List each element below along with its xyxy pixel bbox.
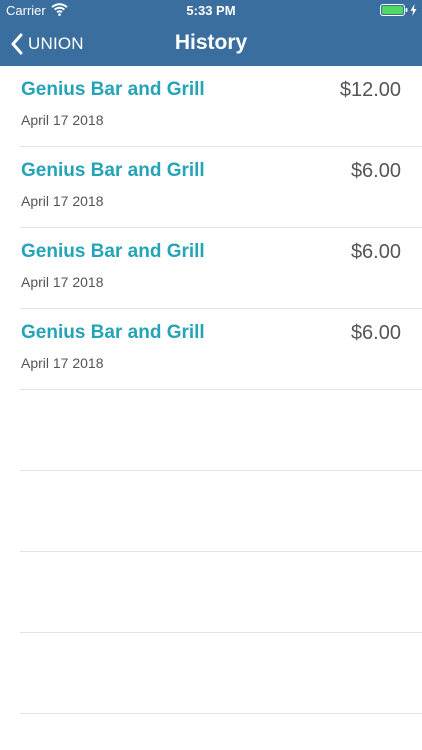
history-row[interactable]: Genius Bar and Grill April 17 2018 $6.00 (0, 309, 422, 390)
transaction-amount: $6.00 (350, 160, 401, 182)
history-list: Genius Bar and Grill April 17 2018 $12.0… (0, 66, 422, 714)
chevron-left-icon (11, 33, 23, 55)
header: Carrier 5:33 PM UNION History (0, 0, 422, 66)
history-row[interactable]: Genius Bar and Grill April 17 2018 $12.0… (0, 66, 422, 147)
transaction-amount: $6.00 (350, 241, 401, 263)
transaction-amount: $6.00 (350, 322, 401, 344)
history-row[interactable]: Genius Bar and Grill April 17 2018 $6.00 (0, 228, 422, 309)
battery-icon (380, 4, 408, 16)
transaction-date: April 17 2018 (21, 112, 104, 128)
charging-bolt-icon (410, 4, 417, 16)
transaction-date: April 17 2018 (21, 355, 104, 371)
empty-list-row (0, 390, 422, 471)
empty-list-row (0, 552, 422, 633)
transaction-date: April 17 2018 (21, 193, 104, 209)
merchant-name: Genius Bar and Grill (21, 160, 205, 181)
back-button[interactable]: UNION (10, 30, 84, 58)
history-row[interactable]: Genius Bar and Grill April 17 2018 $6.00 (0, 147, 422, 228)
clock: 5:33 PM (186, 3, 236, 18)
transaction-amount: $12.00 (339, 79, 401, 101)
merchant-name: Genius Bar and Grill (21, 79, 205, 100)
empty-list-row (0, 633, 422, 714)
transaction-date: April 17 2018 (21, 274, 104, 290)
empty-list-row (0, 471, 422, 552)
back-button-label: UNION (28, 34, 84, 53)
merchant-name: Genius Bar and Grill (21, 241, 205, 262)
status-bar: Carrier 5:33 PM (0, 0, 422, 22)
navigation-bar: UNION History (0, 22, 422, 66)
merchant-name: Genius Bar and Grill (21, 322, 205, 343)
